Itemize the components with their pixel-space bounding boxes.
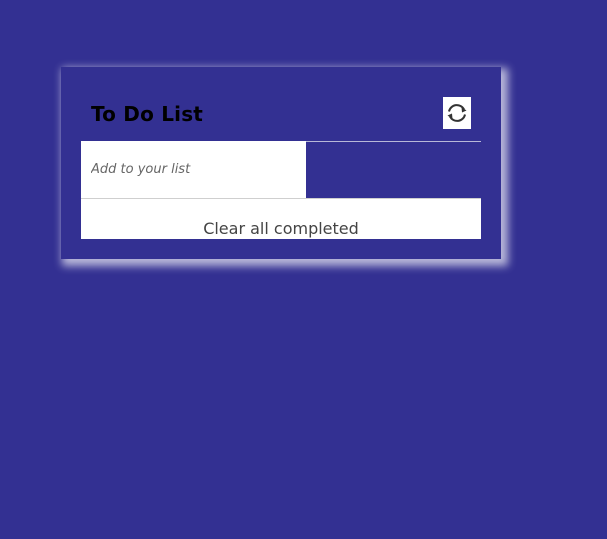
add-item-input[interactable] bbox=[81, 141, 306, 198]
refresh-button[interactable] bbox=[443, 97, 471, 129]
refresh-icon bbox=[447, 104, 467, 122]
clear-completed-label: Clear all completed bbox=[203, 219, 359, 238]
clear-completed-button[interactable]: Clear all completed bbox=[81, 198, 481, 239]
page-title: To Do List bbox=[91, 102, 204, 126]
todo-card: To Do List Clear all completed bbox=[61, 67, 501, 259]
todo-header: To Do List bbox=[81, 97, 481, 142]
